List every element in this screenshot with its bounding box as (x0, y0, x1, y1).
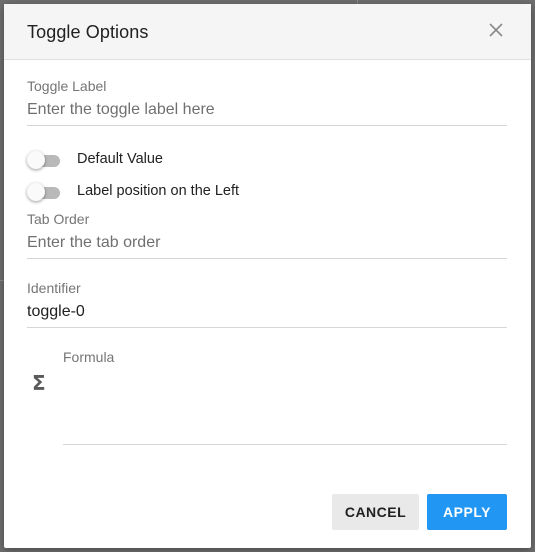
dialog-header: Toggle Options (4, 4, 531, 60)
label-position-toggle[interactable]: Label position on the Left (27, 180, 427, 204)
formula-field: Formula (63, 348, 507, 445)
tab-order-label: Tab Order (27, 211, 90, 227)
identifier-field: Identifier (27, 279, 507, 328)
toggle-label-label: Toggle Label (27, 78, 107, 94)
identifier-label: Identifier (27, 280, 81, 296)
dialog-title: Toggle Options (27, 22, 149, 42)
default-value-toggle[interactable]: Default Value (27, 148, 427, 172)
tab-order-field: Tab Order (27, 210, 507, 259)
apply-button[interactable]: APPLY (427, 494, 507, 530)
cancel-button[interactable]: CANCEL (332, 494, 419, 530)
identifier-input[interactable] (27, 297, 507, 328)
default-value-label: Default Value (77, 151, 163, 167)
close-icon[interactable] (487, 21, 505, 39)
formula-input[interactable] (63, 366, 507, 445)
formula-label: Formula (63, 349, 115, 365)
tab-order-input[interactable] (27, 228, 507, 259)
sigma-icon[interactable]: Σ (32, 373, 48, 393)
label-position-label: Label position on the Left (77, 183, 240, 199)
toggle-options-dialog: Toggle Options Toggle Label Default Valu… (4, 4, 531, 548)
toggle-thumb[interactable] (27, 183, 45, 201)
toggle-thumb[interactable] (27, 151, 45, 169)
toggle-label-input[interactable] (27, 95, 507, 126)
toggle-label-field: Toggle Label (27, 77, 507, 126)
